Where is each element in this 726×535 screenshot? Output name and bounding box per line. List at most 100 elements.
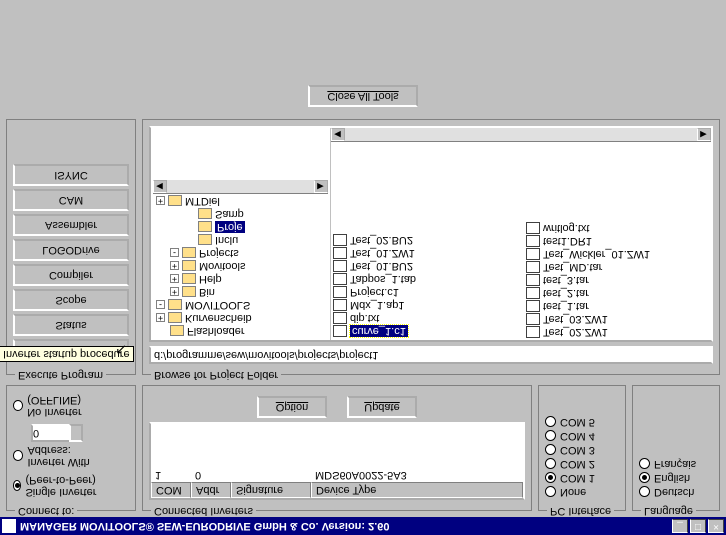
file-list[interactable]: curve_1.c1dip.txtMdx_1.ap1Project.c1Tabp… xyxy=(331,142,711,340)
file-item[interactable]: test_1.tar xyxy=(526,300,709,312)
file-item[interactable]: test_2.tar xyxy=(526,287,709,299)
folder-icon xyxy=(182,274,196,285)
th-com[interactable]: COM xyxy=(151,482,191,498)
tree-item[interactable]: - Projects xyxy=(153,247,328,259)
file-icon xyxy=(333,247,347,259)
table-row[interactable]: 1 0 MDS60A0022-5A3 xyxy=(151,468,523,482)
file-icon xyxy=(333,286,347,298)
status-button[interactable]: Status xyxy=(13,314,129,336)
file-item[interactable]: curve_1.c1 xyxy=(333,325,516,337)
file-item[interactable]: dip.txt xyxy=(333,312,516,324)
tooltip-startup: Inverter startup procedure xyxy=(0,346,134,362)
tree-item[interactable]: Samp xyxy=(153,208,328,220)
file-scrollbar[interactable]: ◄► xyxy=(331,128,711,142)
radio-pc-com1[interactable]: COM 1 xyxy=(545,472,619,484)
radio-lang-deutsch[interactable]: Deutsch xyxy=(639,486,713,498)
file-item[interactable]: Test_03.ZW1 xyxy=(526,313,709,325)
tree-label: Kurvenscheib xyxy=(185,312,252,324)
expand-icon[interactable]: + xyxy=(170,275,179,284)
tree-item[interactable]: Flashloader xyxy=(153,325,328,337)
radio-pc-none[interactable]: None xyxy=(545,486,619,498)
radio-label: Français xyxy=(654,458,696,470)
expand-icon[interactable]: + xyxy=(170,262,179,271)
path-input[interactable]: d:/programme/sew/movitools/projects/proj… xyxy=(149,346,713,364)
th-device-type[interactable]: Device Type xyxy=(311,482,523,498)
expand-icon[interactable]: + xyxy=(170,288,179,297)
file-item[interactable]: test1.DR1 xyxy=(526,235,709,247)
radio-label: COM 2 xyxy=(560,458,595,470)
close-all-tools-button[interactable]: Close All Tools xyxy=(308,85,418,107)
file-label: Test_02.ZW1 xyxy=(543,326,608,338)
radio-pc-com3[interactable]: COM 3 xyxy=(545,444,619,456)
option-button[interactable]: Option xyxy=(257,396,327,418)
tree-item[interactable]: -MOVITOOLS xyxy=(153,299,328,311)
file-item[interactable]: Project.c1 xyxy=(333,286,516,298)
tree-item[interactable]: Proje xyxy=(153,221,328,233)
tree-label: Bin xyxy=(199,286,215,298)
folder-icon xyxy=(198,209,212,220)
scope-button[interactable]: Scope xyxy=(13,289,129,311)
file-item[interactable]: test_3.tar xyxy=(526,274,709,286)
compiler-button[interactable]: Compiler xyxy=(13,264,129,286)
isync-button[interactable]: ISYNC xyxy=(13,164,129,186)
radio-pc-com2[interactable]: COM 2 xyxy=(545,458,619,470)
file-item[interactable]: writlog.txt xyxy=(526,222,709,234)
connect-groupbox: Connect to: Single Inverter (Peer-to-Pee… xyxy=(6,385,136,511)
file-item[interactable]: Tabpos_1.tab xyxy=(333,273,516,285)
radio-single-inverter[interactable]: Single Inverter (Peer-to-Peer) xyxy=(13,474,129,498)
file-item[interactable]: Mdx_1.ap1 xyxy=(333,299,516,311)
td-com: 1 xyxy=(151,468,191,482)
inverters-legend: Connected Inverters xyxy=(151,505,256,517)
file-item[interactable]: Test_01.BU2 xyxy=(333,260,516,272)
folder-tree[interactable]: Flashloader + Kurvenscheib-MOVITOOLS + Bin+H… xyxy=(151,128,331,340)
radio-pc-com4[interactable]: COM 4 xyxy=(545,430,619,442)
cam-button[interactable]: CAM xyxy=(13,189,129,211)
tree-item[interactable]: +MTDiel xyxy=(153,195,328,207)
file-label: writlog.txt xyxy=(543,222,589,234)
address-spinner[interactable] xyxy=(69,424,83,442)
file-icon xyxy=(526,235,540,247)
tree-label: Projects xyxy=(199,247,239,259)
folder-icon xyxy=(170,326,184,337)
file-icon xyxy=(333,299,347,311)
file-item[interactable]: Test_Wickler_01.ZW1 xyxy=(526,248,709,260)
update-button[interactable]: Update xyxy=(347,396,417,418)
maximize-button[interactable]: □ xyxy=(690,519,706,533)
minimize-button[interactable]: _ xyxy=(672,519,688,533)
file-item[interactable]: Test_02.BU2 xyxy=(333,234,516,246)
expand-icon[interactable]: - xyxy=(156,301,165,310)
file-item[interactable]: Test_01.ZW1 xyxy=(333,247,516,259)
expand-icon[interactable]: + xyxy=(156,197,165,206)
radio-pc-com5[interactable]: COM 5 xyxy=(545,416,619,428)
radio-inverter-address[interactable]: Inverter With Address: xyxy=(13,444,129,468)
inverters-groupbox: Connected Inverters COM Addr Signature D… xyxy=(142,385,532,511)
file-icon xyxy=(526,222,540,234)
radio-no-inverter[interactable]: No Inverter (OFFLINE) xyxy=(13,394,129,418)
tree-scrollbar[interactable]: ◄► xyxy=(153,180,328,194)
close-button[interactable]: × xyxy=(708,519,724,533)
assembler-button[interactable]: Assembler xyxy=(13,214,129,236)
file-icon xyxy=(526,300,540,312)
tree-item[interactable]: +Help xyxy=(153,273,328,285)
th-addr[interactable]: Addr xyxy=(191,482,231,498)
radio-label: COM 4 xyxy=(560,430,595,442)
file-label: Test_02.BU2 xyxy=(350,234,413,246)
address-input[interactable] xyxy=(31,424,71,442)
file-item[interactable]: Test_MD.tar xyxy=(526,261,709,273)
radio-lang-français[interactable]: Français xyxy=(639,458,713,470)
lang-legend: Language xyxy=(641,505,696,517)
tree-item[interactable]: + Bin xyxy=(153,286,328,298)
tree-item[interactable]: + Movitools xyxy=(153,260,328,272)
radio-lang-english[interactable]: English xyxy=(639,472,713,484)
tree-item[interactable]: Inclu xyxy=(153,234,328,246)
logodrive-button[interactable]: LOGODrive xyxy=(13,239,129,261)
tree-item[interactable]: + Kurvenscheib xyxy=(153,312,328,324)
file-icon xyxy=(526,313,540,325)
expand-icon[interactable]: - xyxy=(170,249,179,258)
th-signature[interactable]: Signature xyxy=(231,482,311,498)
tree-label: Movitools xyxy=(199,260,245,272)
file-label: Tabpos_1.tab xyxy=(350,273,416,285)
expand-icon[interactable]: + xyxy=(156,314,165,323)
file-label: Project.c1 xyxy=(350,286,399,298)
file-item[interactable]: Test_02.ZW1 xyxy=(526,326,709,338)
